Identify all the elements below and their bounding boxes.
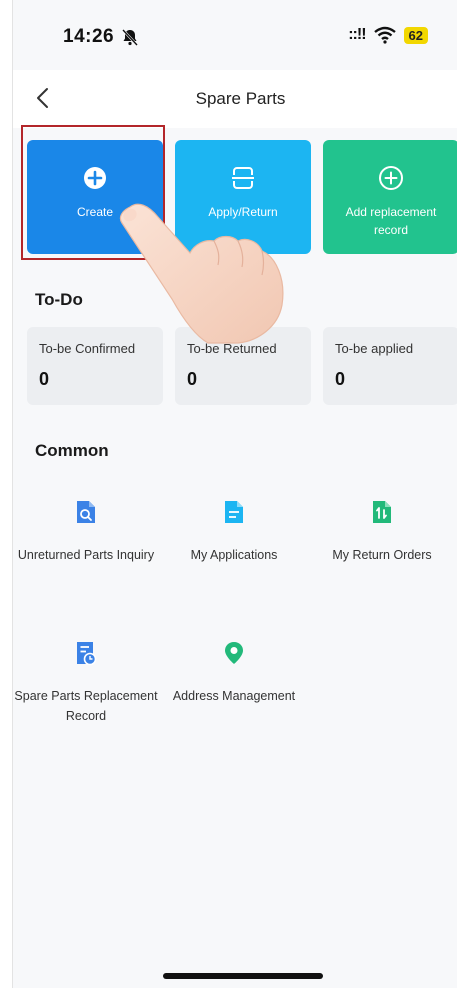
page-title: Spare Parts: [195, 89, 286, 108]
common-item-label: My Return Orders: [332, 548, 432, 562]
common-heading: Common: [35, 441, 109, 460]
address-management-item[interactable]: Address Management: [161, 640, 307, 706]
common-item-label: Unreturned Parts Inquiry: [17, 548, 155, 562]
create-button[interactable]: Create: [27, 140, 163, 254]
status-indicators: ::!! 62: [348, 26, 428, 44]
muted-bell-icon: [122, 29, 138, 46]
document-clock-icon: [77, 642, 97, 666]
unreturned-parts-inquiry-item[interactable]: Unreturned Parts Inquiry: [13, 499, 159, 565]
location-pin-icon: [225, 642, 243, 664]
plus-circle-outline-icon: [379, 166, 403, 190]
return-document-icon: [373, 501, 391, 523]
apply-return-label: Apply/Return: [208, 205, 278, 219]
my-applications-item[interactable]: My Applications: [161, 499, 307, 565]
common-item-label: Address Management: [172, 689, 296, 703]
signal-icon: ::!!: [348, 26, 366, 43]
plus-circle-icon: [84, 167, 106, 189]
todo-heading: To-Do: [35, 290, 83, 309]
common-item-label: My Applications: [190, 548, 278, 562]
todo-count: 0: [187, 369, 198, 389]
apply-return-button[interactable]: Apply/Return: [175, 140, 311, 254]
todo-card-confirmed[interactable]: To-be Confirmed 0: [27, 327, 163, 405]
todo-label: To-be Confirmed: [39, 341, 136, 356]
scan-icon: [232, 167, 254, 189]
todo-count: 0: [335, 369, 346, 389]
spare-parts-replacement-record-item[interactable]: Spare Parts Replacement Record: [13, 640, 159, 726]
add-replacement-label: Add replacement record: [345, 205, 437, 237]
todo-cards: To-be Confirmed 0 To-be Returned 0 To-be…: [27, 327, 457, 405]
nav-bar: Spare Parts: [13, 70, 457, 128]
todo-label: To-be applied: [335, 341, 414, 356]
status-time: 14:26: [63, 26, 115, 47]
document-icon: [225, 501, 243, 523]
todo-card-returned[interactable]: To-be Returned 0: [175, 327, 311, 405]
document-search-icon: [77, 501, 95, 523]
battery-badge: 62: [403, 26, 428, 44]
todo-label: To-be Returned: [187, 341, 277, 356]
home-indicator: [163, 973, 323, 979]
my-return-orders-item[interactable]: My Return Orders: [309, 499, 455, 565]
todo-count: 0: [39, 369, 50, 389]
create-label: Create: [76, 205, 114, 219]
todo-card-applied[interactable]: To-be applied 0: [323, 327, 457, 405]
common-item-label: Spare Parts Replacement Record: [14, 689, 158, 723]
wifi-icon: [373, 26, 396, 44]
status-bar: 14:26 ::!! 62: [13, 0, 457, 70]
phone-screen: 14:26 ::!! 62 Spare Parts Create Apply/R…: [12, 0, 457, 988]
action-tiles: Create Apply/Return Add replacement reco…: [27, 140, 457, 255]
add-replacement-record-button[interactable]: Add replacement record: [323, 140, 457, 254]
